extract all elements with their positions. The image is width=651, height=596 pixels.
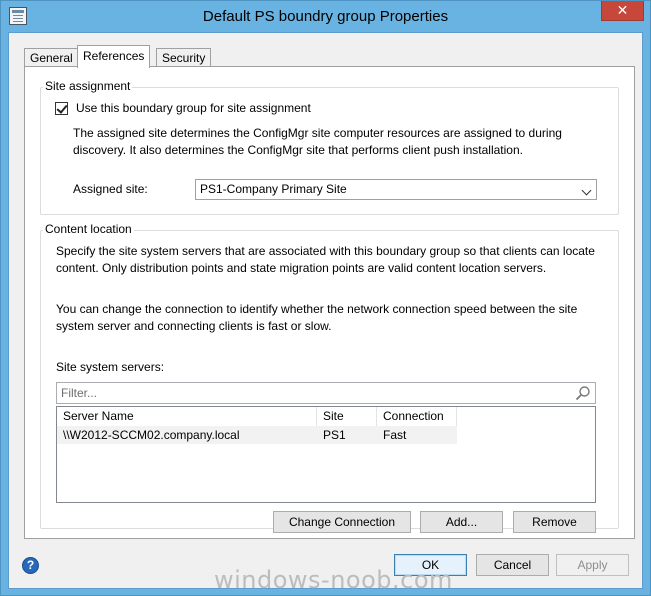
cancel-button[interactable]: Cancel [476, 554, 549, 576]
remove-button[interactable]: Remove [513, 511, 596, 533]
assigned-site-label: Assigned site: [73, 182, 148, 196]
connection-cell: Fast [383, 428, 407, 442]
references-panel: Site assignment Use this boundary group … [24, 66, 635, 539]
tab-security[interactable]: Security [156, 48, 212, 67]
chevron-down-icon [581, 185, 592, 196]
filter-input[interactable]: Filter... [56, 382, 596, 404]
change-connection-button[interactable]: Change Connection [273, 511, 411, 533]
table-row[interactable]: \\W2012-SCCM02.company.local PS1 Fast [57, 426, 457, 444]
title-bar[interactable]: Default PS boundry group Properties ✕ [1, 1, 650, 33]
tab-general[interactable]: General [24, 48, 79, 67]
site-assignment-checkbox-label: Use this boundary group for site assignm… [76, 101, 311, 115]
properties-window: Default PS boundry group Properties ✕ Ge… [0, 0, 651, 596]
dialog-body: General References Security Site assignm… [8, 32, 643, 589]
site-cell: PS1 [323, 428, 346, 442]
site-assignment-label: Site assignment [43, 79, 133, 93]
watermark: windows-noob.com [214, 566, 453, 594]
add-button[interactable]: Add... [420, 511, 503, 533]
search-icon[interactable] [575, 385, 591, 401]
close-button[interactable]: ✕ [601, 1, 644, 21]
apply-button[interactable]: Apply [556, 554, 629, 576]
site-system-servers-list[interactable]: Server Name Site Connection \\W2012-SCCM… [56, 406, 596, 503]
column-header-connection[interactable]: Connection [377, 407, 457, 426]
content-location-group: Content location Specify the site system… [40, 222, 619, 533]
content-location-label: Content location [43, 222, 134, 236]
help-icon[interactable]: ? [22, 557, 39, 574]
column-header-server-name[interactable]: Server Name [57, 407, 317, 426]
filter-placeholder: Filter... [61, 386, 98, 400]
assigned-site-dropdown[interactable]: PS1-Company Primary Site [195, 179, 597, 200]
assigned-site-value: PS1-Company Primary Site [200, 182, 347, 196]
site-assignment-description: The assigned site determines the ConfigM… [73, 126, 562, 157]
tab-references[interactable]: References [77, 45, 151, 68]
site-assignment-group: Site assignment Use this boundary group … [40, 79, 619, 215]
content-location-description: Specify the site system servers that are… [56, 244, 595, 275]
column-header-site[interactable]: Site [317, 407, 377, 426]
window-title: Default PS boundry group Properties [202, 8, 449, 25]
site-assignment-checkbox[interactable] [55, 102, 68, 115]
site-system-servers-label: Site system servers: [56, 360, 165, 374]
server-name-cell: \\W2012-SCCM02.company.local [63, 428, 240, 442]
connection-description: You can change the connection to identif… [56, 302, 578, 333]
